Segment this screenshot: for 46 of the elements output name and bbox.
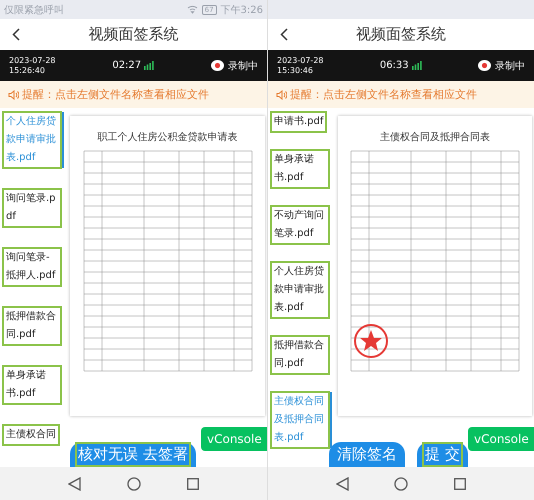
home-icon[interactable]: [394, 476, 408, 490]
file-item[interactable]: 个人住房贷款申请审批表.pdf: [270, 261, 330, 319]
file-item[interactable]: 个人住房贷款申请审批表.pdf: [2, 111, 62, 169]
action-button[interactable]: 提 交: [417, 442, 468, 467]
recent-apps-icon[interactable]: [454, 478, 466, 490]
speaker-icon: [276, 90, 287, 100]
file-item[interactable]: 单身承诺书.pdf: [270, 149, 330, 189]
record-icon: [210, 60, 224, 71]
document-title: 主债权合同及抵押合同表: [380, 130, 490, 144]
back-icon[interactable]: [12, 28, 20, 41]
record-icon: [478, 60, 491, 71]
carrier-text: 仅限紧急呼叫: [4, 4, 64, 16]
back-icon[interactable]: [336, 476, 349, 490]
file-item[interactable]: 主债权合同: [2, 424, 60, 446]
file-item[interactable]: 主债权合同及抵押合同表.pdf: [270, 391, 330, 449]
back-icon[interactable]: [68, 476, 81, 490]
back-icon[interactable]: [280, 28, 288, 41]
time-text: 15:30:46: [277, 66, 314, 76]
wifi-icon: [186, 5, 198, 14]
action-button[interactable]: 核对无误 去签署: [70, 442, 196, 467]
date-text: 2023-07-28: [277, 56, 324, 66]
notice-text: 提醒：点击左侧文件名称查看相应文件: [290, 87, 477, 102]
notice-text: 提醒：点击左侧文件名称查看相应文件: [22, 87, 209, 102]
file-item[interactable]: 询问笔录-抵押人.pdf: [2, 247, 62, 287]
recording-label: 录制中: [228, 60, 258, 72]
signal-icon: [412, 61, 422, 70]
file-item[interactable]: 抵押借款合同.pdf: [2, 306, 62, 346]
home-icon[interactable]: [127, 476, 141, 490]
page-title: 视频面签系统: [356, 25, 446, 44]
signal-icon: [144, 61, 154, 70]
action-button[interactable]: 清除签名: [329, 442, 405, 467]
file-item[interactable]: 申请书.pdf: [270, 111, 328, 133]
speaker-icon: [8, 90, 19, 100]
recent-apps-icon[interactable]: [187, 478, 199, 490]
file-item[interactable]: 抵押借款合同.pdf: [270, 335, 330, 375]
file-item[interactable]: 单身承诺书.pdf: [2, 365, 62, 405]
file-item[interactable]: 询问笔录.pdf: [2, 188, 62, 228]
clock-text: 下午3:26: [220, 4, 263, 16]
document-title: 职工个人住房公积金贷款申请表: [98, 130, 238, 144]
file-item[interactable]: 不动产询问笔录.pdf: [270, 205, 330, 245]
page-title: 视频面签系统: [88, 25, 178, 44]
timer-text: 02:27: [112, 60, 142, 71]
timer-text: 06:33: [380, 60, 409, 71]
time-text: 15:26:40: [9, 66, 46, 76]
date-text: 2023-07-28: [9, 56, 56, 66]
recording-label: 录制中: [494, 60, 525, 72]
